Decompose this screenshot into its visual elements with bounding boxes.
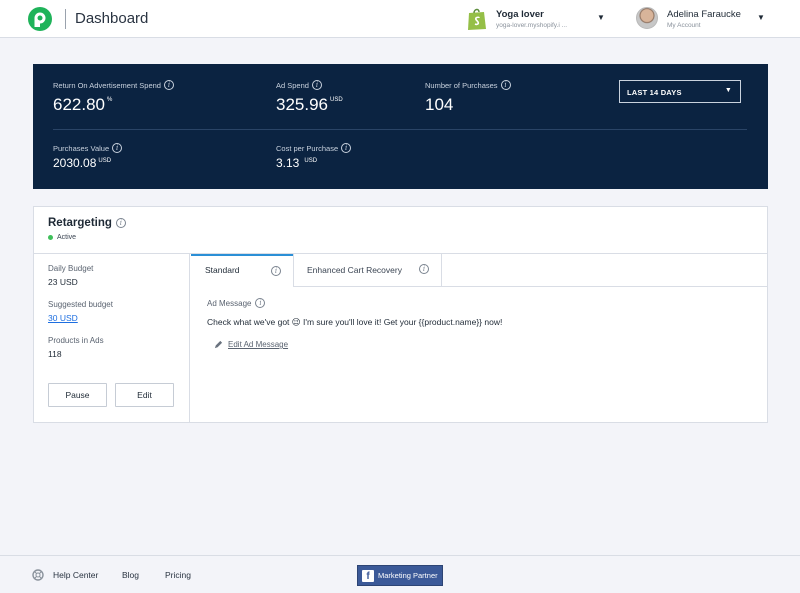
- store-switcher[interactable]: Yoga lover yoga-lover.myshopify.i ... ▼: [466, 7, 606, 33]
- daily-budget-label: Daily Budget: [48, 264, 94, 273]
- ad-spend-value: 325.96: [276, 95, 328, 114]
- products-label: Products in Ads: [48, 336, 104, 345]
- stat-label: Ad Spend: [276, 80, 309, 90]
- stat-value: 622.80%: [53, 95, 174, 115]
- marketing-partner-badge[interactable]: f Marketing Partner: [357, 565, 443, 586]
- account-menu[interactable]: Adelina Faraucke My Account ▼: [636, 7, 766, 33]
- stats-panel: Return On Advertisement Spend i 622.80% A…: [33, 64, 768, 189]
- purchases-value: 2030.08: [53, 156, 97, 170]
- campaign-sidebar: Daily Budget 23 USD Suggested budget 30 …: [34, 254, 190, 422]
- app-logo-icon[interactable]: [27, 6, 53, 32]
- stat-ad-spend: Ad Spend i 325.96 USD: [276, 80, 343, 115]
- shopify-bag-icon: [468, 8, 486, 30]
- stat-purchases-value: Purchases Value i 2030.08 USD: [53, 143, 123, 170]
- stat-value: 3.13 USD: [276, 156, 351, 170]
- help-center-link[interactable]: Help Center: [53, 570, 98, 580]
- page-title: Dashboard: [75, 10, 149, 27]
- ad-message-label: Ad Message i: [207, 298, 266, 308]
- chevron-down-icon[interactable]: ▼: [597, 13, 605, 22]
- campaign-title: Retargeting i: [48, 217, 126, 229]
- stat-value: 2030.08 USD: [53, 156, 122, 170]
- stat-value: 104: [425, 95, 454, 114]
- suggested-budget-link[interactable]: 30 USD: [48, 313, 78, 323]
- pencil-icon: [214, 340, 223, 349]
- badge-label: Marketing Partner: [378, 571, 438, 580]
- stat-purchases: Number of Purchases i 104: [425, 80, 511, 115]
- unit-label: USD: [98, 158, 112, 164]
- date-range-value: LAST 14 DAYS: [627, 88, 682, 97]
- stat-cost-per-purchase: Cost per Purchase i 3.13 USD: [276, 143, 352, 170]
- stat-label: Return On Advertisement Spend: [53, 80, 161, 90]
- store-url: yoga-lover.myshopify.i ...: [496, 22, 568, 29]
- stat-value: 325.96 USD: [276, 95, 343, 115]
- status-dot-icon: [48, 235, 53, 240]
- cost-per-purchase-value: 3.13: [276, 156, 300, 170]
- blog-link[interactable]: Blog: [122, 570, 139, 580]
- suggested-budget-label: Suggested budget: [48, 300, 113, 309]
- info-icon[interactable]: i: [163, 80, 174, 90]
- stats-divider: [53, 129, 747, 130]
- stat-label: Number of Purchases: [425, 80, 498, 90]
- ad-tabs: Standard i Enhanced Cart Recovery i: [191, 254, 767, 287]
- tab-label: Standard: [205, 265, 240, 275]
- campaign-header: Retargeting i Active: [34, 207, 767, 254]
- stat-label: Cost per Purchase: [276, 143, 339, 153]
- tab-divider: [441, 254, 442, 287]
- status-label: Active: [57, 234, 77, 241]
- info-icon[interactable]: i: [271, 266, 281, 276]
- tab-standard[interactable]: Standard i: [191, 254, 293, 287]
- footer: Help Center Blog Pricing f Marketing Par…: [0, 555, 800, 593]
- stat-label: Purchases Value: [53, 143, 110, 153]
- info-icon[interactable]: i: [500, 80, 511, 90]
- facebook-icon: f: [362, 569, 374, 582]
- pause-button[interactable]: Pause: [48, 383, 107, 407]
- stat-roas: Return On Advertisement Spend i 622.80%: [53, 80, 174, 115]
- account-name: Adelina Faraucke: [667, 9, 741, 20]
- date-range-select[interactable]: LAST 14 DAYS ▼: [619, 80, 741, 103]
- store-name: Yoga lover: [496, 9, 544, 20]
- header-divider: [65, 9, 66, 29]
- avatar[interactable]: [636, 7, 658, 29]
- info-icon[interactable]: i: [341, 143, 352, 153]
- account-sub-label: My Account: [667, 22, 701, 29]
- campaign-name: Retargeting: [48, 217, 112, 229]
- tab-label: Enhanced Cart Recovery: [307, 265, 402, 275]
- info-icon[interactable]: i: [419, 264, 429, 274]
- daily-budget-value: 23 USD: [48, 277, 78, 287]
- ad-message-text: Check what we've got 😉 I'm sure you'll l…: [207, 317, 503, 327]
- unit-label: USD: [330, 97, 343, 103]
- unit-label: USD: [304, 158, 318, 164]
- edit-button[interactable]: Edit: [115, 383, 174, 407]
- info-icon[interactable]: i: [255, 298, 266, 308]
- top-bar: Dashboard Yoga lover yoga-lover.myshopif…: [0, 0, 800, 38]
- products-value: 118: [48, 349, 62, 359]
- pricing-link[interactable]: Pricing: [165, 570, 191, 580]
- status-badge: Active: [48, 234, 76, 241]
- roas-value: 622.80: [53, 95, 105, 114]
- info-icon[interactable]: i: [112, 143, 123, 153]
- edit-ad-message-link[interactable]: Edit Ad Message: [214, 340, 288, 349]
- edit-ad-message-label: Edit Ad Message: [228, 340, 289, 349]
- chevron-down-icon[interactable]: ▼: [757, 13, 765, 22]
- info-icon[interactable]: i: [115, 218, 126, 228]
- ad-message-title: Ad Message: [207, 298, 252, 308]
- lifebuoy-icon: [32, 569, 44, 581]
- campaign-card: Retargeting i Active Daily Budget 23 USD…: [33, 206, 768, 423]
- chevron-down-icon: ▼: [724, 87, 732, 94]
- tab-enhanced-cart-recovery[interactable]: Enhanced Cart Recovery i: [293, 254, 441, 287]
- info-icon[interactable]: i: [311, 80, 322, 90]
- unit-label: %: [107, 97, 113, 103]
